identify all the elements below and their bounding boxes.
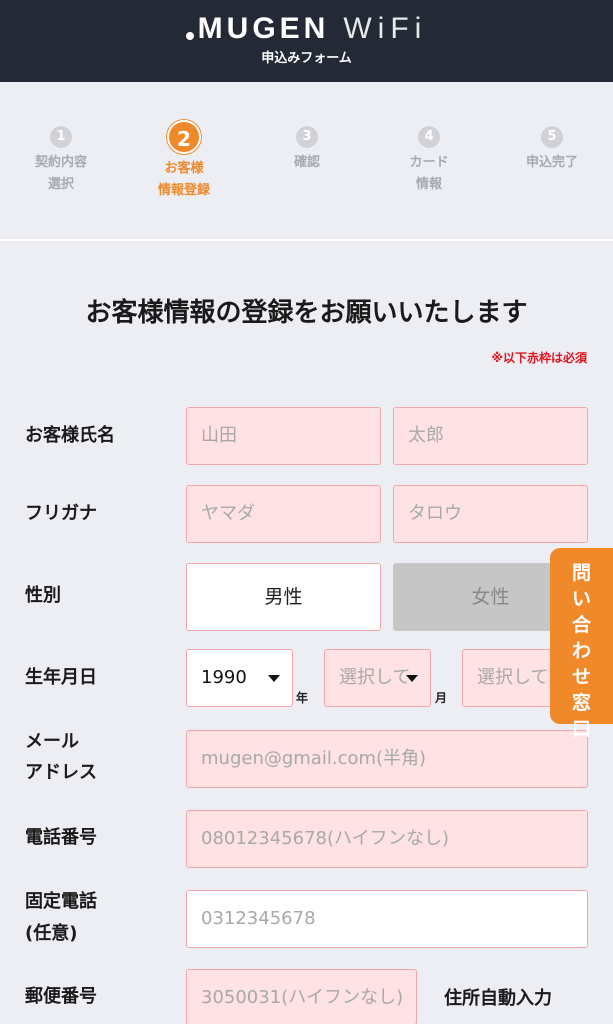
chevron-down-icon — [268, 675, 280, 682]
birth-year-select[interactable]: 1990 — [186, 649, 293, 707]
step-label-line1: カード — [409, 155, 449, 170]
header-subtitle: 申込みフォーム — [261, 51, 352, 66]
logo-dot-icon — [185, 32, 194, 41]
step-label-line2: 情報 — [415, 177, 442, 192]
section-divider — [0, 239, 613, 241]
landline-label-line1: 固定電話 — [25, 891, 97, 912]
step-label-line2: 選択 — [47, 177, 74, 192]
birthdate-label: 生年月日 — [25, 667, 97, 688]
logo-wifi: WiFi — [343, 12, 428, 45]
contact-tab-char: 口 — [571, 718, 591, 740]
landline-input[interactable]: 0312345678 — [186, 890, 588, 948]
last-name-input[interactable]: 山田 — [186, 407, 381, 465]
step-label-line1: 確認 — [293, 155, 320, 170]
progress-steps: 1 契約内容 選択 2 お客様 情報登録 3 確認 4 カード 情報 5 申込完… — [0, 82, 613, 240]
step-3: 3 確認 — [252, 126, 362, 174]
postal-label: 郵便番号 — [25, 986, 97, 1007]
step-label-line1: お客様 — [164, 161, 204, 176]
birth-year-value: 1990 — [201, 667, 247, 688]
step-4: 4 カード 情報 — [374, 126, 484, 196]
phone-input[interactable]: 08012345678(ハイフンなし) — [186, 810, 588, 868]
month-unit: 月 — [435, 691, 448, 705]
contact-tab-char: 窓 — [571, 692, 591, 714]
step-number: 2 — [167, 120, 201, 154]
contact-tab[interactable]: 問 い 合 わ せ 窓 口 — [550, 548, 613, 740]
required-note: ※以下赤枠は必須 — [491, 351, 587, 365]
landline-label-line2: (任意) — [25, 923, 78, 944]
birth-month-placeholder: 選択して — [339, 667, 411, 688]
logo-brand: MUGEN — [197, 12, 330, 45]
logo: MUGEN WiFi — [0, 12, 613, 46]
form-title: お客様情報の登録をお願いいたします — [85, 298, 528, 328]
step-5: 5 申込完了 — [497, 126, 607, 174]
last-name-kana-input[interactable]: ヤマダ — [186, 485, 381, 543]
step-number: 4 — [418, 126, 440, 148]
birth-day-placeholder: 選択して — [477, 667, 549, 688]
phone-label: 電話番号 — [25, 827, 97, 848]
step-2: 2 お客様 情報登録 — [129, 120, 239, 202]
first-name-kana-input[interactable]: タロウ — [393, 485, 588, 543]
gender-male-button[interactable]: 男性 — [186, 563, 381, 631]
step-number: 3 — [296, 126, 318, 148]
chevron-down-icon — [406, 675, 418, 682]
step-number: 5 — [541, 126, 563, 148]
email-label-line2: アドレス — [25, 762, 97, 783]
year-unit: 年 — [296, 691, 309, 705]
birth-month-select[interactable]: 選択して — [324, 649, 431, 707]
contact-tab-char: い — [571, 588, 591, 610]
step-1: 1 契約内容 選択 — [6, 126, 116, 196]
step-label-line2: 情報登録 — [157, 183, 210, 198]
postal-code-input[interactable]: 3050031(ハイフンなし) — [186, 969, 417, 1024]
furigana-label: フリガナ — [25, 503, 97, 524]
first-name-input[interactable]: 太郎 — [393, 407, 588, 465]
contact-tab-char: せ — [571, 666, 591, 688]
email-label-line1: メール — [25, 731, 79, 752]
contact-tab-char: 合 — [571, 614, 591, 636]
step-label-line1: 契約内容 — [34, 155, 87, 170]
gender-label: 性別 — [25, 585, 61, 606]
step-number: 1 — [50, 126, 72, 148]
name-label: お客様氏名 — [25, 425, 115, 446]
header: MUGEN WiFi 申込みフォーム — [0, 0, 613, 82]
address-autofill-button[interactable]: 住所自動入力 — [444, 984, 552, 1010]
contact-tab-char: 問 — [571, 562, 591, 584]
email-input[interactable]: mugen@gmail.com(半角) — [186, 730, 588, 788]
step-label-line1: 申込完了 — [525, 155, 578, 170]
contact-tab-char: わ — [571, 640, 591, 662]
